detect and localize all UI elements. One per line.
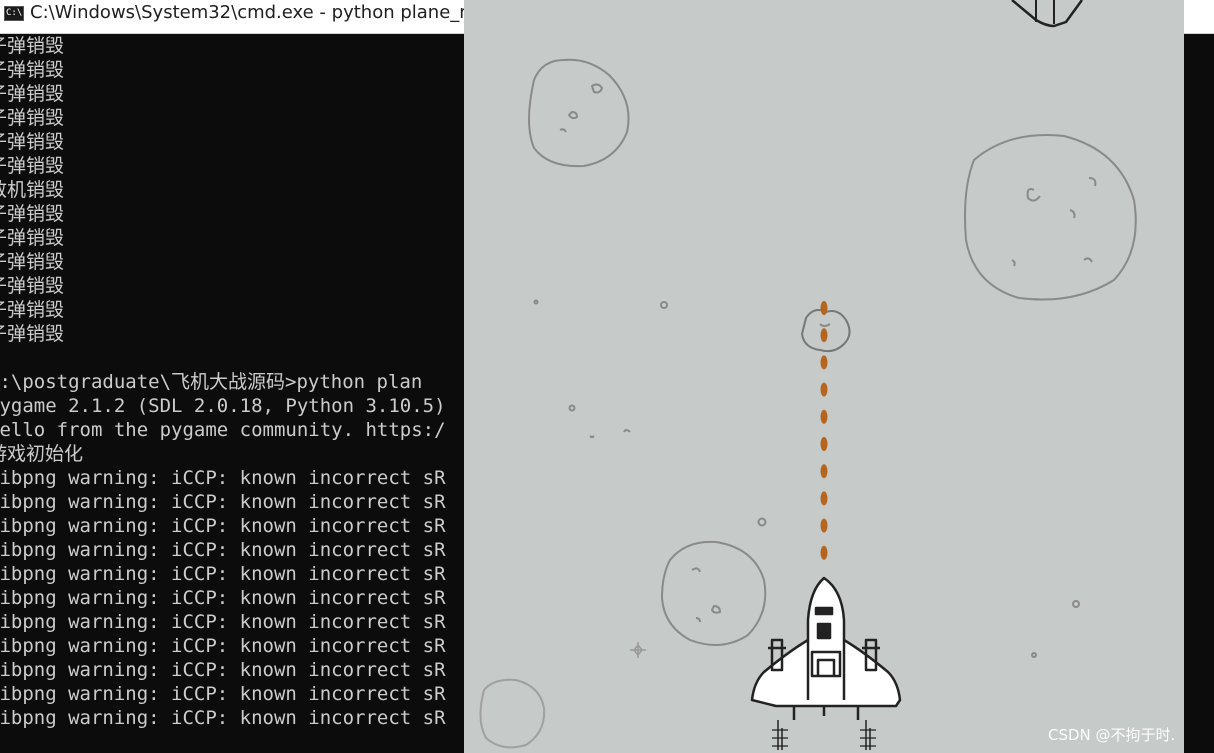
console-line: 子弹销毁	[0, 131, 65, 153]
console-line: libpng warning: iCCP: known incorrect sR	[0, 707, 446, 729]
console-line: libpng warning: iCCP: known incorrect sR	[0, 563, 446, 585]
console-line: 子弹销毁	[0, 251, 65, 273]
bullet	[820, 464, 828, 479]
window-title: C:\Windows\System32\cmd.exe - python pla…	[30, 2, 477, 23]
bullet	[820, 382, 828, 397]
console-line: libpng warning: iCCP: known incorrect sR	[0, 587, 446, 609]
bullet-trail	[820, 301, 828, 560]
bullet	[820, 518, 828, 533]
bullet	[820, 355, 828, 370]
console-line: libpng warning: iCCP: known incorrect sR	[0, 491, 446, 513]
asteroid-large	[528, 58, 630, 168]
console-line: 子弹销毁	[0, 275, 65, 297]
asteroid-large	[964, 134, 1137, 301]
console-line: libpng warning: iCCP: known incorrect sR	[0, 539, 446, 561]
console-line: Hello from the pygame community. https:/	[0, 419, 446, 441]
bullet	[820, 545, 828, 560]
console-line: 子弹销毁	[0, 35, 65, 57]
game-canvas	[479, 0, 1137, 750]
console-output[interactable]: 子弹销毁子弹销毁子弹销毁子弹销毁子弹销毁子弹销毁敌机销毁子弹销毁子弹销毁子弹销毁…	[0, 34, 470, 753]
bullet	[820, 328, 828, 343]
console-line: libpng warning: iCCP: known incorrect sR	[0, 683, 446, 705]
console-line: libpng warning: iCCP: known incorrect sR	[0, 659, 446, 681]
console-line: 游戏初始化	[0, 443, 84, 465]
bullet	[820, 491, 828, 506]
game-window[interactable]	[464, 0, 1184, 753]
player-plane	[750, 576, 902, 750]
asteroid-medium	[661, 540, 767, 646]
enemy-plane	[1011, 0, 1084, 28]
asteroid-small	[479, 678, 546, 749]
console-line: 子弹销毁	[0, 227, 65, 249]
console-line: 子弹销毁	[0, 59, 65, 81]
bullet	[820, 437, 828, 451]
console-line: E:\postgraduate\飞机大战源码>python plan	[0, 371, 423, 393]
console-scrollbar[interactable]	[1184, 34, 1214, 753]
console-line: 子弹销毁	[0, 155, 65, 177]
bullet	[820, 409, 828, 424]
console-line: libpng warning: iCCP: known incorrect sR	[0, 635, 446, 657]
cmd-app-icon[interactable]: C:\.	[4, 6, 28, 21]
console-line: 敌机销毁	[0, 179, 65, 201]
console-line: 子弹销毁	[0, 299, 65, 321]
console-line: 子弹销毁	[0, 323, 65, 345]
console-line: 子弹销毁	[0, 83, 65, 105]
watermark-text: CSDN @不拘于时.	[1048, 726, 1176, 744]
bullet	[820, 301, 828, 315]
console-line: libpng warning: iCCP: known incorrect sR	[0, 467, 446, 489]
console-line: 子弹销毁	[0, 203, 65, 225]
console-line: pygame 2.1.2 (SDL 2.0.18, Python 3.10.5)	[0, 395, 446, 417]
console-line: 子弹销毁	[0, 107, 65, 129]
console-line: libpng warning: iCCP: known incorrect sR	[0, 515, 446, 537]
console-line: libpng warning: iCCP: known incorrect sR	[0, 611, 446, 633]
